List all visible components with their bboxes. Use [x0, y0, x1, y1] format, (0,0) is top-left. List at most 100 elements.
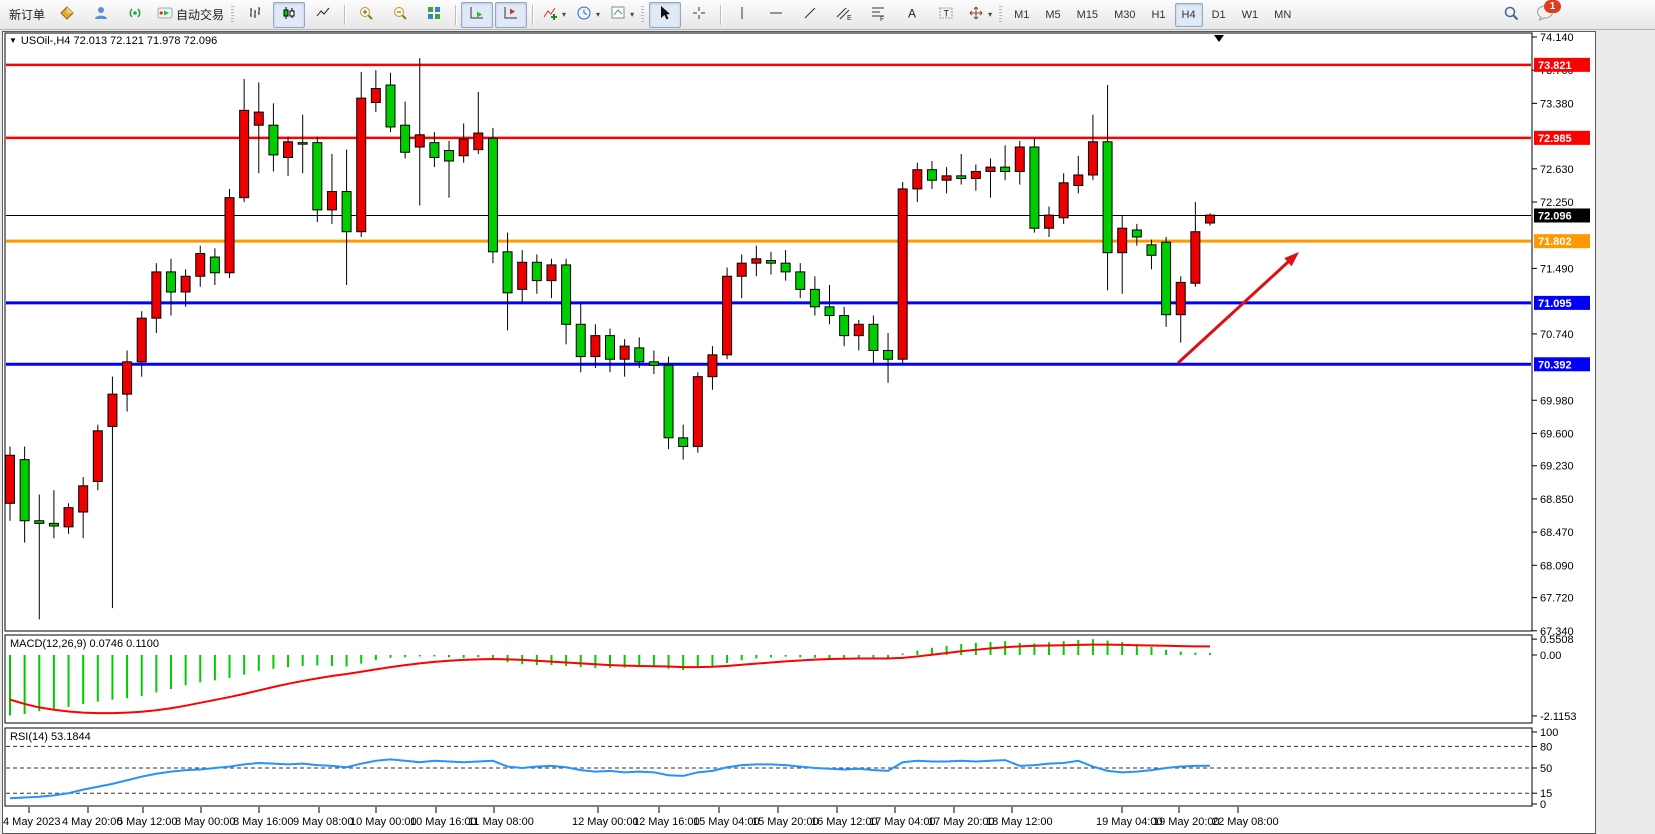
periods-clock-icon: [576, 5, 592, 24]
svg-text:19 May 20:00: 19 May 20:00: [1153, 816, 1220, 828]
zoom-out-icon: [392, 5, 408, 24]
arrows-icon: [968, 5, 984, 24]
signals-button[interactable]: [119, 2, 151, 28]
chart-menu-triangle-icon[interactable]: ▼: [9, 36, 17, 45]
horizontal-line-button[interactable]: [760, 2, 792, 28]
auto-scroll-button[interactable]: [461, 2, 493, 28]
notification-badge: 1: [1544, 0, 1561, 13]
svg-text:67.720: 67.720: [1540, 593, 1574, 605]
chart-shift-icon: [503, 5, 519, 24]
vertical-line-icon: [734, 5, 750, 24]
toolbar-separator: [455, 5, 456, 25]
svg-text:4 May 2023: 4 May 2023: [3, 816, 60, 828]
search-icon: [1503, 5, 1520, 25]
timeframe-button-D1[interactable]: D1: [1205, 3, 1233, 27]
svg-text:22 May 08:00: 22 May 08:00: [1212, 816, 1279, 828]
svg-text:71.802: 71.802: [1538, 236, 1572, 248]
svg-text:71.490: 71.490: [1540, 263, 1574, 275]
horizontal-line-icon: [768, 5, 784, 24]
chevron-down-icon: ▾: [596, 10, 600, 19]
time-axis: 4 May 20234 May 20:005 May 12:008 May 00…: [3, 807, 1279, 828]
timeframe-button-M1[interactable]: M1: [1007, 3, 1036, 27]
svg-text:15 May 04:00: 15 May 04:00: [693, 816, 760, 828]
timeframe-group: M1M5M15M30H1H4D1W1MN: [1006, 3, 1299, 27]
vertical-line-button[interactable]: [726, 2, 758, 28]
zoom-in-icon: [358, 5, 374, 24]
svg-text:69.600: 69.600: [1540, 428, 1574, 440]
fibonacci-button[interactable]: F: [862, 2, 894, 28]
crosshair-button[interactable]: [683, 2, 715, 28]
toolbar-separator: [720, 5, 721, 25]
svg-text:9 May 08:00: 9 May 08:00: [293, 816, 354, 828]
svg-text:15 May 20:00: 15 May 20:00: [752, 816, 819, 828]
mql-diamond-icon: [59, 5, 75, 24]
toolbar-grip: [231, 6, 234, 24]
chat-button[interactable]: 1: [1536, 4, 1555, 26]
svg-text:A: A: [908, 7, 916, 21]
svg-text:4 May 20:00: 4 May 20:00: [62, 816, 123, 828]
svg-text:69.980: 69.980: [1540, 395, 1574, 407]
price-axis: 74.14073.76073.38072.63072.25071.49070.7…: [1532, 32, 1574, 638]
auto-scroll-icon: [469, 5, 485, 24]
zoom-in-button[interactable]: [350, 2, 382, 28]
svg-text:72.630: 72.630: [1540, 164, 1574, 176]
add-indicator-button[interactable]: ▾: [538, 2, 570, 28]
timeframe-button-W1[interactable]: W1: [1235, 3, 1266, 27]
line-chart-icon: [315, 5, 331, 24]
periods-button[interactable]: ▾: [572, 2, 604, 28]
timeframe-button-H1[interactable]: H1: [1144, 3, 1172, 27]
bar-chart-icon: [247, 5, 263, 24]
toolbar-separator: [344, 5, 345, 25]
trendline-icon: [802, 5, 818, 24]
new-order-button[interactable]: 新订单: [5, 2, 49, 28]
svg-text:5 May 12:00: 5 May 12:00: [117, 816, 178, 828]
autotrade-label: 自动交易: [176, 6, 224, 23]
text-label-button[interactable]: T: [930, 2, 962, 28]
rsi-indicator-label: RSI(14) 53.1844: [10, 731, 91, 743]
equidistant-channel-icon: E: [836, 5, 852, 24]
svg-text:71.095: 71.095: [1538, 298, 1572, 310]
svg-text:100: 100: [1540, 727, 1558, 739]
chart-title-bar: ▼USOil-,H4 72.013 72.121 71.978 72.096: [9, 35, 217, 47]
cursor-button[interactable]: [649, 2, 681, 28]
autotrade-button[interactable]: 自动交易: [153, 2, 228, 28]
svg-text:73.380: 73.380: [1540, 98, 1574, 110]
svg-text:73.821: 73.821: [1538, 60, 1572, 72]
candlestick-chart-button[interactable]: [273, 2, 305, 28]
tile-windows-button[interactable]: [418, 2, 450, 28]
new-order-label: 新订单: [9, 6, 45, 23]
zoom-out-button[interactable]: [384, 2, 416, 28]
mql-button[interactable]: [51, 2, 83, 28]
community-button[interactable]: [85, 2, 117, 28]
line-chart-button[interactable]: [307, 2, 339, 28]
svg-text:10 May 00:00: 10 May 00:00: [350, 816, 417, 828]
timeframe-button-M30[interactable]: M30: [1107, 3, 1142, 27]
svg-text:17 May 04:00: 17 May 04:00: [869, 816, 936, 828]
text-button[interactable]: A: [896, 2, 928, 28]
arrows-button[interactable]: ▾: [964, 2, 996, 28]
template-button[interactable]: ▾: [606, 2, 638, 28]
timeframe-button-M15[interactable]: M15: [1070, 3, 1105, 27]
trendline-button[interactable]: [794, 2, 826, 28]
equidistant-channel-button[interactable]: E: [828, 2, 860, 28]
toolbar-separator: [532, 5, 533, 25]
svg-text:72.250: 72.250: [1540, 197, 1574, 209]
crosshair-icon: [691, 5, 707, 24]
svg-text:68.090: 68.090: [1540, 560, 1574, 572]
search-button[interactable]: [1495, 2, 1527, 28]
svg-text:12 May 16:00: 12 May 16:00: [633, 816, 700, 828]
timeframe-button-MN[interactable]: MN: [1267, 3, 1298, 27]
svg-text:72.096: 72.096: [1538, 210, 1572, 222]
svg-text:80: 80: [1540, 741, 1552, 753]
chart-canvas[interactable]: 74.14073.76073.38072.63072.25071.49070.7…: [3, 32, 1593, 831]
chart-window: ▼USOil-,H4 72.013 72.121 71.978 72.096 M…: [2, 31, 1596, 834]
signals-icon: [127, 5, 143, 24]
svg-text:69.230: 69.230: [1540, 461, 1574, 473]
chevron-down-icon: ▾: [988, 10, 992, 19]
timeframe-button-M5[interactable]: M5: [1038, 3, 1067, 27]
svg-text:10 May 16:00: 10 May 16:00: [410, 816, 477, 828]
template-icon: [610, 5, 626, 24]
chart-shift-button[interactable]: [495, 2, 527, 28]
timeframe-button-H4[interactable]: H4: [1175, 3, 1203, 27]
bar-chart-button[interactable]: [239, 2, 271, 28]
